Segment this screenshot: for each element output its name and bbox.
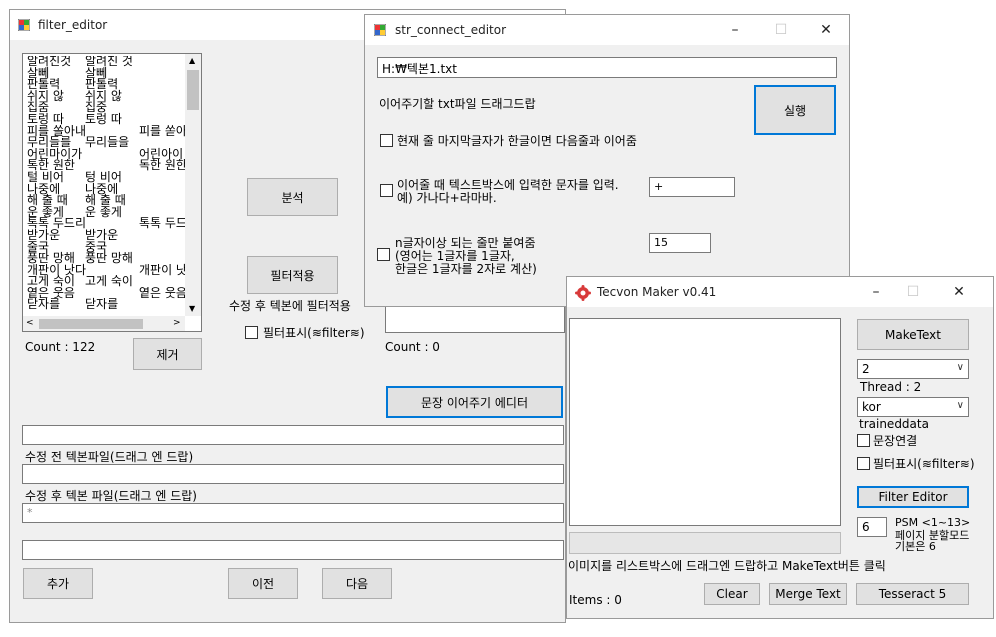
- list-item[interactable]: 받가운 받가운: [27, 229, 187, 242]
- drop-label: 이어주기할 txt파일 드래그드랍: [379, 97, 536, 111]
- list-item-cell: 무리들을: [85, 135, 130, 150]
- tesseract-button[interactable]: Tesseract 5: [856, 583, 969, 605]
- list-item-cell: 토렁 따: [85, 111, 122, 126]
- before-file-label: 수정 전 텍본파일(드래그 엔 드랍): [25, 450, 194, 464]
- maximize-icon[interactable]: ☐: [904, 283, 922, 301]
- opt2-label-line2: 예) 가나다+라마바.: [397, 191, 497, 205]
- minimize-icon[interactable]: –: [867, 283, 885, 301]
- traineddata-label: traineddata: [859, 417, 929, 431]
- opt2-char-input[interactable]: +: [649, 177, 735, 197]
- opt1-label: 현재 줄 마지막글자가 한글이면 다음줄과 이어줌: [397, 134, 637, 148]
- list-item-cell: 피를 쏟아: [139, 123, 187, 138]
- opt3-label-line3: 한글은 1글자를 2자로 계산): [395, 262, 537, 276]
- after-file-label: 수정 후 텍본 파일(드래그 엔 드랍): [25, 489, 197, 503]
- scroll-up-icon[interactable]: ▲: [189, 56, 195, 65]
- chevron-down-icon: ∨: [956, 362, 964, 373]
- hint-label: 이미지를 리스트박스에 드래그엔 드랍하고 MakeText버튼 클릭: [568, 559, 886, 573]
- language-select[interactable]: kor ∨: [857, 397, 969, 417]
- items-count-label: Items : 0: [569, 593, 622, 607]
- listbox-horizontal-scrollbar[interactable]: < >: [23, 316, 185, 331]
- scroll-h-thumb[interactable]: [39, 319, 143, 329]
- opt1-checkbox[interactable]: [380, 134, 393, 147]
- list-item-cell: 개판이 낫: [139, 262, 187, 277]
- close-icon[interactable]: ✕: [817, 21, 835, 39]
- after-file-input[interactable]: *: [22, 503, 564, 523]
- language-select-value: kor: [862, 400, 881, 414]
- prev-button[interactable]: 이전: [228, 568, 298, 599]
- show-filter-checkbox[interactable]: [857, 457, 870, 470]
- list-item-cell: 톡톡 두드: [139, 216, 187, 231]
- new-word-input[interactable]: [22, 540, 564, 560]
- list-item-cell: 닫자를: [85, 297, 119, 312]
- app-window-icon: [18, 19, 30, 31]
- app-window-icon: [374, 24, 386, 36]
- str-connect-titlebar[interactable]: str_connect_editor – ☐ ✕: [365, 15, 849, 45]
- thread-select-value: 2: [862, 362, 870, 376]
- list-count-label: Count : 122: [25, 340, 96, 354]
- remove-button[interactable]: 제거: [133, 338, 202, 370]
- filter-listbox[interactable]: 알려진것 알려진 것 살뻬 살뻬 판톨력 판톨력 쉬지 않 쉬지 않 집줌 집중 토렁 따 토렁 따피…: [22, 53, 202, 332]
- minimize-icon[interactable]: –: [726, 21, 744, 39]
- sentence-connect-label: 문장연결: [873, 434, 918, 448]
- list-item[interactable]: 닫자를 닫자를: [27, 299, 187, 311]
- list-item-cell: 풍딴 망해: [85, 251, 133, 266]
- maketext-button[interactable]: MakeText: [857, 319, 969, 350]
- window-title: str_connect_editor: [395, 23, 507, 37]
- run-button[interactable]: 실행: [754, 85, 836, 135]
- opt3-checkbox[interactable]: [377, 248, 390, 261]
- psm-label-line3: 기본은 6: [895, 540, 936, 553]
- sentence-connect-editor-button[interactable]: 문장 이어주기 에디터: [386, 386, 563, 418]
- list-item-cell: 옅은 웃음: [139, 285, 187, 300]
- tecvon-maker-window: Tecvon Maker v0.41 – ☐ ✕ 이미지를 리스트박스에 드래그…: [566, 276, 994, 619]
- result-count-label: Count : 0: [385, 340, 440, 354]
- opt2-checkbox[interactable]: [380, 184, 393, 197]
- list-item[interactable]: 알려진것 알려진 것: [27, 56, 187, 68]
- str-connect-editor-window: str_connect_editor – ☐ ✕ H:₩텍본1.txt 이어주기…: [364, 14, 850, 307]
- list-item-cell: 운 좋게: [85, 204, 122, 219]
- next-button[interactable]: 다음: [322, 568, 392, 599]
- list-item-cell: 고게 숙이: [85, 274, 133, 289]
- filter-list-rows: 알려진것 알려진 것 살뻬 살뻬 판톨력 판톨력 쉬지 않 쉬지 않 집줌 집중 토렁 따 토렁 따피…: [27, 56, 187, 318]
- gear-flower-icon: [575, 285, 591, 301]
- file-path-input[interactable]: H:₩텍본1.txt: [377, 57, 837, 78]
- thread-label: Thread : 2: [860, 380, 922, 394]
- filter-editor-button[interactable]: Filter Editor: [857, 486, 969, 508]
- sentence-connect-checkbox[interactable]: [857, 434, 870, 447]
- apply-after-label: 수정 후 텍본에 필터적용: [229, 299, 351, 313]
- clear-button[interactable]: Clear: [704, 583, 760, 605]
- show-filter-label: 필터표시(≋filter≋): [263, 326, 365, 340]
- list-item-cell: 독한 원한: [139, 158, 187, 173]
- list-item[interactable]: 쉬지 않 쉬지 않: [27, 90, 187, 103]
- add-button[interactable]: 추가: [23, 568, 93, 599]
- psm-input[interactable]: 6: [857, 517, 887, 537]
- analyze-button[interactable]: 분석: [247, 178, 338, 216]
- chevron-down-icon: ∨: [956, 400, 964, 411]
- window-title: filter_editor: [38, 18, 108, 32]
- listbox-vertical-scrollbar[interactable]: ▲ ▼: [185, 54, 201, 316]
- show-filter-checkbox[interactable]: [245, 326, 258, 339]
- scroll-down-icon[interactable]: ▼: [189, 304, 195, 313]
- list-item-cell: 닫자를: [27, 297, 61, 312]
- image-listbox[interactable]: [569, 318, 841, 526]
- before-file-input[interactable]: [22, 464, 564, 484]
- apply-filter-button[interactable]: 필터적용: [247, 256, 338, 294]
- scroll-right-icon[interactable]: >: [173, 318, 181, 328]
- opt3-length-input[interactable]: 15: [649, 233, 711, 253]
- tecvon-titlebar[interactable]: Tecvon Maker v0.41 – ☐ ✕: [567, 277, 993, 307]
- scroll-thumb[interactable]: [187, 70, 199, 110]
- show-filter-label: 필터표시(≋filter≋): [873, 457, 975, 471]
- window-title: Tecvon Maker v0.41: [597, 285, 717, 299]
- progress-bar: [569, 532, 841, 554]
- maximize-icon[interactable]: ☐: [772, 21, 790, 39]
- thread-select[interactable]: 2 ∨: [857, 359, 969, 379]
- scroll-left-icon[interactable]: <: [26, 318, 34, 328]
- source-path-input[interactable]: [22, 425, 564, 445]
- merge-text-button[interactable]: Merge Text: [769, 583, 847, 605]
- close-icon[interactable]: ✕: [950, 283, 968, 301]
